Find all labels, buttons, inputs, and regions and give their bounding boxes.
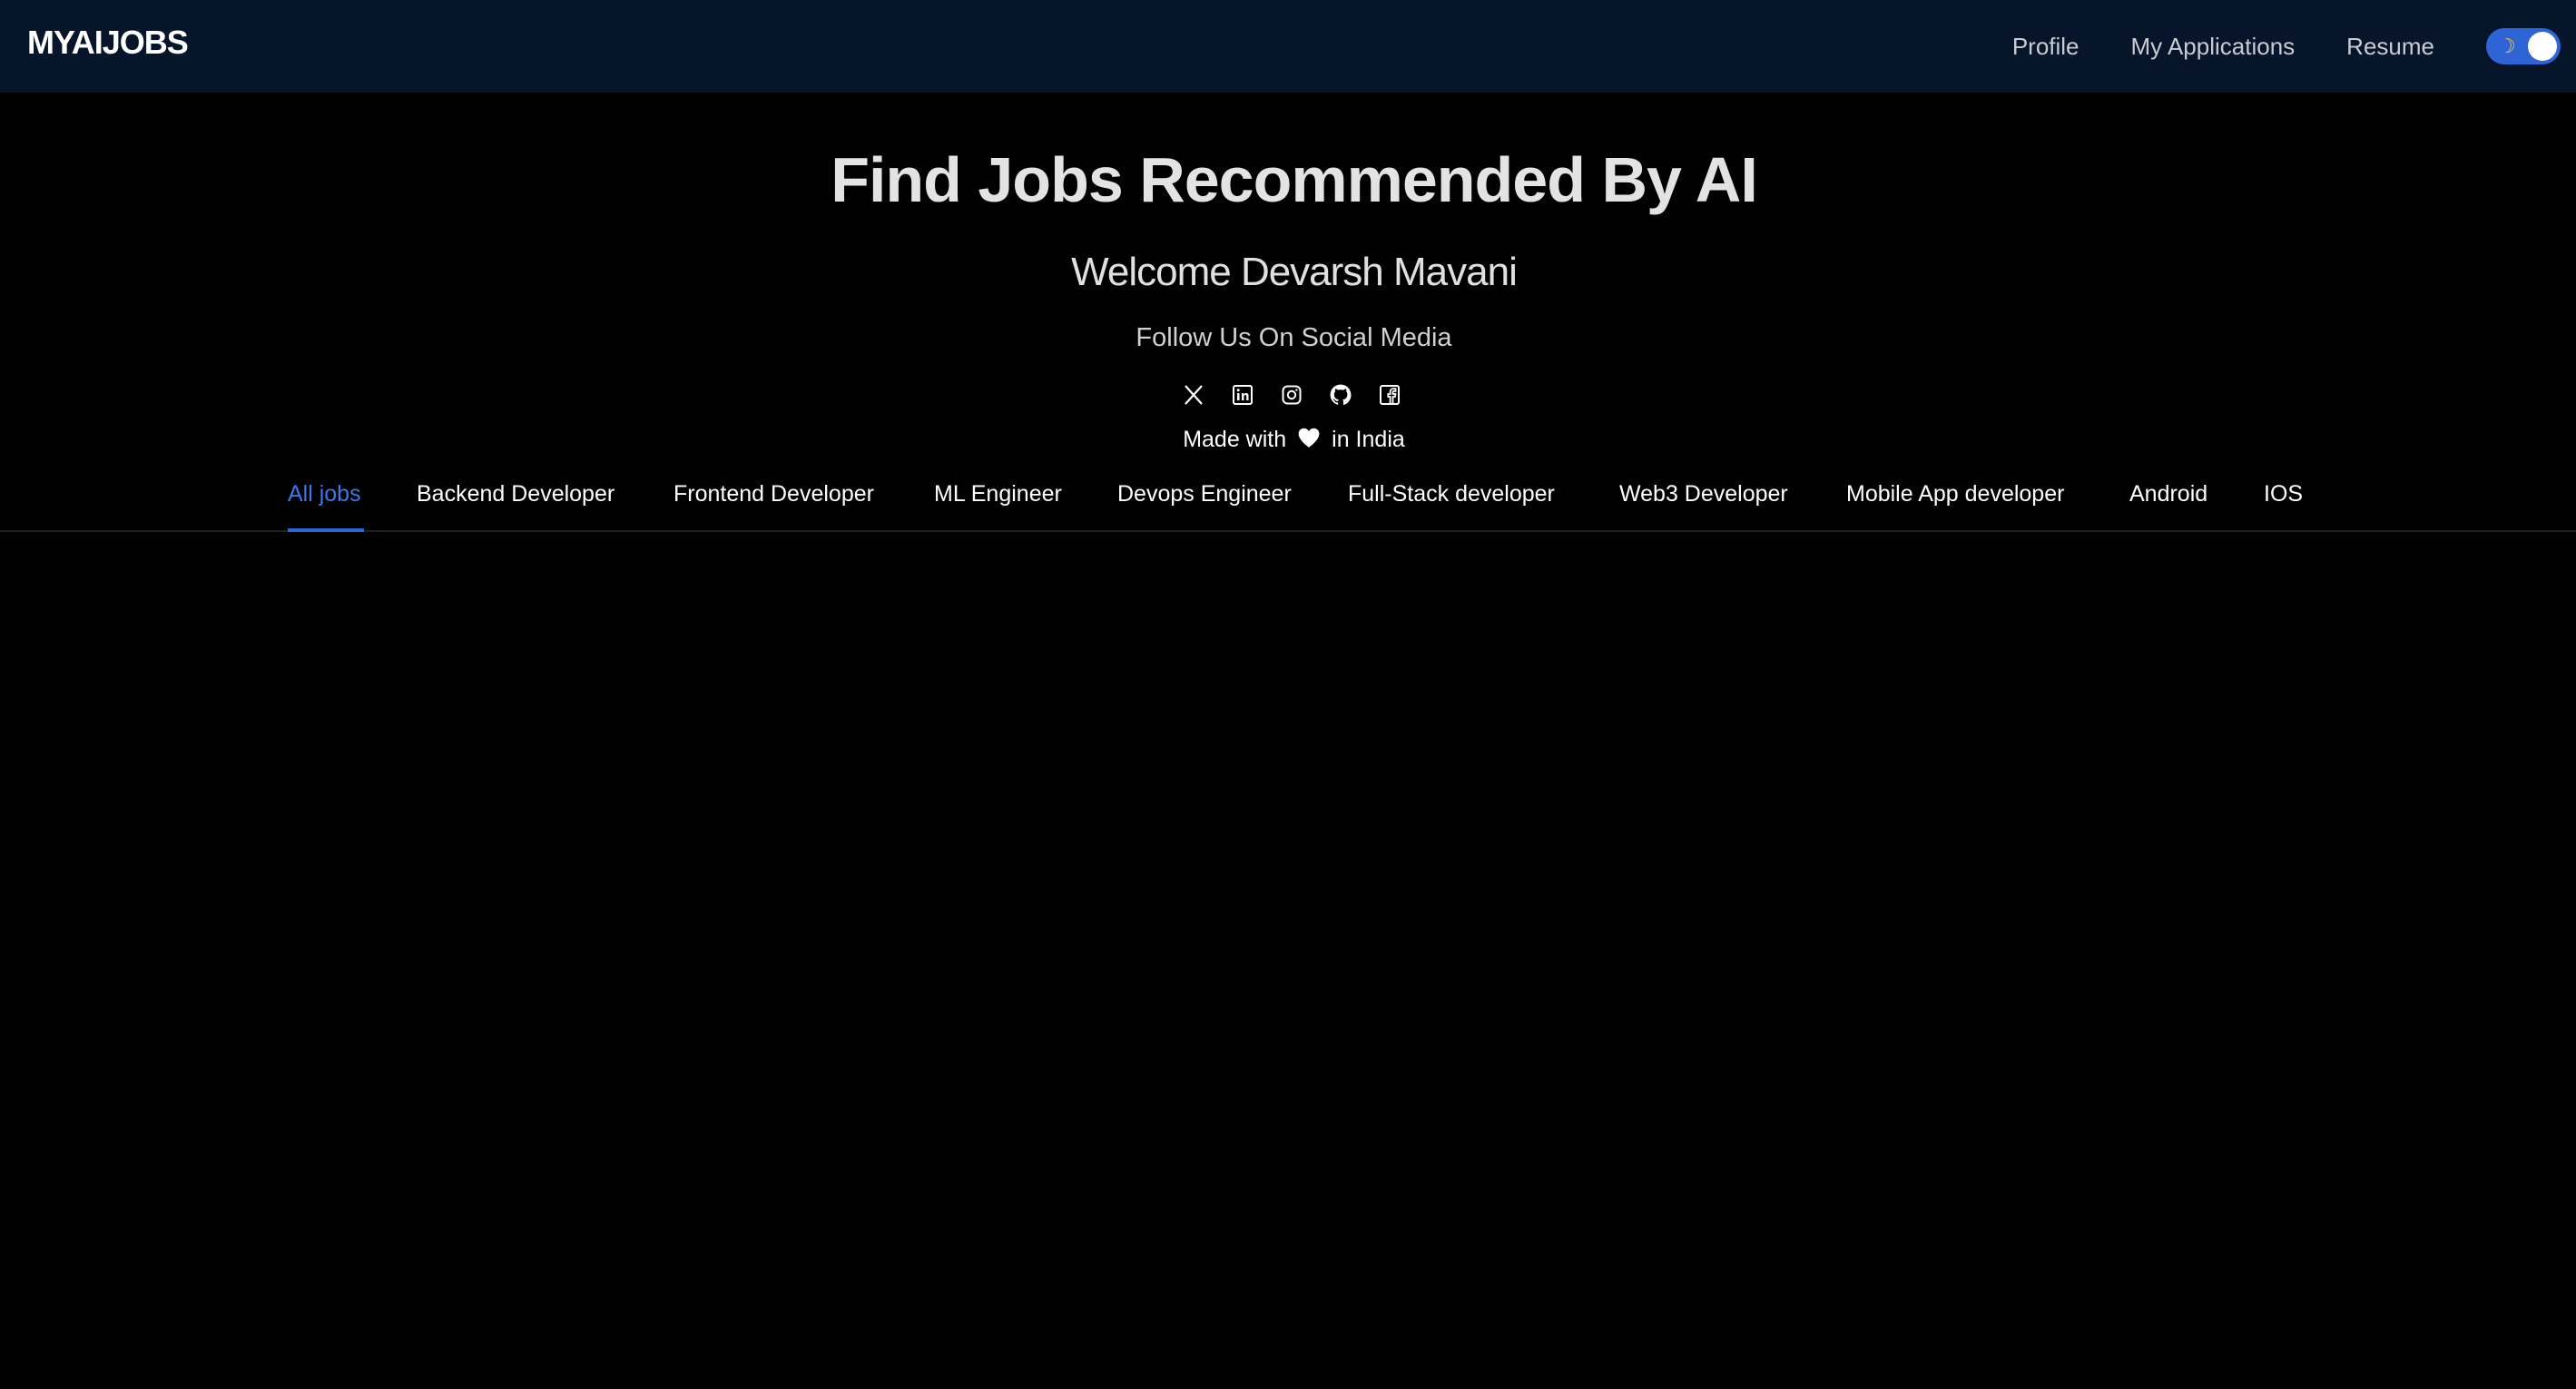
tab-web3-developer[interactable]: Web3 Developer [1619,481,1788,507]
tab-android[interactable]: Android [2129,481,2207,507]
tab-full-stack-developer[interactable]: Full-Stack developer [1348,481,1555,507]
tab-frontend-developer[interactable]: Frontend Developer [673,481,874,507]
active-tab-indicator [288,528,364,532]
top-navbar: MYAIJOBS Profile My Applications Resume … [0,0,2576,93]
x-icon[interactable] [1182,383,1205,407]
made-with-love-text: Made with in India [0,427,2576,455]
nav-my-applications-link[interactable]: My Applications [2131,33,2296,61]
follow-us-text: Follow Us On Social Media [1136,323,1452,352]
github-icon[interactable] [1329,383,1352,407]
nav-profile-link[interactable]: Profile [2012,33,2079,61]
job-category-tabs: All jobs Backend Developer Frontend Deve… [0,465,2576,532]
page-title: Find Jobs Recommended By AI [831,144,1758,215]
nav-links: Profile My Applications Resume ☽ [2012,0,2576,93]
instagram-icon[interactable] [1280,383,1303,407]
social-links [1182,383,1401,407]
made-suffix: in India [1332,427,1405,453]
heart-icon [1297,427,1321,455]
facebook-icon[interactable] [1378,383,1401,407]
welcome-message: Welcome Devarsh Mavani [1071,250,1518,294]
theme-toggle[interactable]: ☽ [2486,28,2561,64]
nav-resume-link[interactable]: Resume [2346,33,2434,61]
tab-ios[interactable]: IOS [2264,481,2303,507]
toggle-knob [2528,32,2557,61]
tab-all-jobs[interactable]: All jobs [288,481,361,507]
tab-mobile-app-developer[interactable]: Mobile App developer [1846,481,2064,507]
linkedin-icon[interactable] [1231,383,1254,407]
brand-logo[interactable]: MYAIJOBS [27,24,189,62]
tab-devops-engineer[interactable]: Devops Engineer [1117,481,1292,507]
moon-icon: ☽ [2498,34,2516,57]
tab-backend-developer[interactable]: Backend Developer [417,481,615,507]
tab-ml-engineer[interactable]: ML Engineer [934,481,1062,507]
made-prefix: Made with [1183,427,1287,453]
